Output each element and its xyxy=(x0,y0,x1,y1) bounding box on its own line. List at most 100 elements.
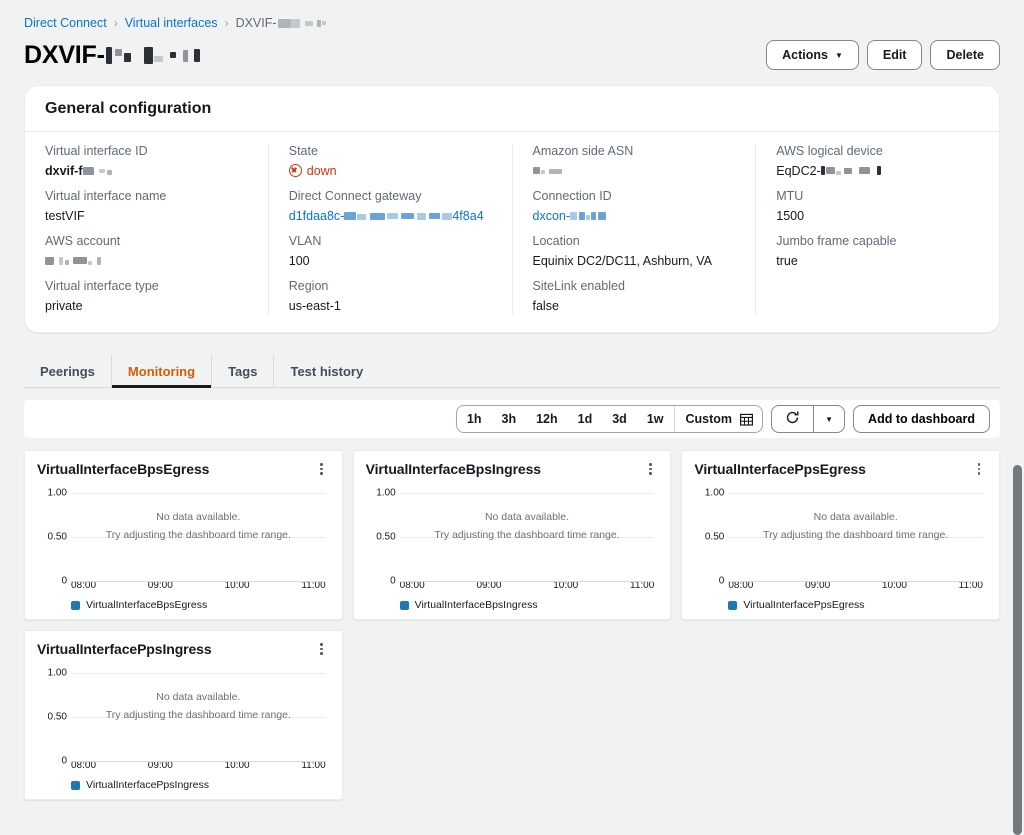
general-configuration-body: Virtual interface ID dxvif-f Virtual int… xyxy=(25,132,999,332)
page-header: DXVIF- Actions ▼ Edit Delete xyxy=(0,30,1024,70)
redacted-block xyxy=(144,47,153,64)
legend-label: VirtualInterfaceBpsEgress xyxy=(86,599,207,611)
page-title-text: DXVIF- xyxy=(24,41,105,70)
edit-button[interactable]: Edit xyxy=(867,40,923,70)
breadcrumb-item-current: DXVIF- xyxy=(236,16,326,30)
redacted-block xyxy=(107,170,112,175)
x-axis-line xyxy=(728,581,983,582)
y-axis-tick: 1.00 xyxy=(366,488,396,499)
field-label: Amazon side ASN xyxy=(533,144,736,162)
time-range-1h[interactable]: 1h xyxy=(457,406,492,432)
time-range-3d[interactable]: 3d xyxy=(602,406,637,432)
redacted-block xyxy=(598,212,606,220)
y-axis-tick: 0 xyxy=(366,576,396,587)
time-range-12h[interactable]: 12h xyxy=(526,406,568,432)
chart-legend[interactable]: VirtualInterfacePpsEgress xyxy=(728,599,987,611)
chart-empty-hint: Try adjusting the dashboard time range. xyxy=(71,529,326,541)
monitoring-toolbar: 1h 3h 12h 1d 3d 1w Custom xyxy=(24,400,1000,438)
redacted-block xyxy=(826,167,835,174)
field-sitelink-enabled: SiteLink enabled false xyxy=(533,279,736,314)
chart-title: VirtualInterfacePpsIngress xyxy=(37,641,212,657)
y-axis-tick: 0.50 xyxy=(366,532,396,543)
field-label: Jumbo frame capable xyxy=(776,234,979,252)
field-label: Virtual interface ID xyxy=(45,144,248,162)
kebab-menu-icon[interactable] xyxy=(314,641,330,657)
redacted-block xyxy=(97,257,101,265)
link-suffix: 4f8a4 xyxy=(452,209,483,223)
redacted-block xyxy=(877,166,881,175)
field-value: private xyxy=(45,297,248,314)
refresh-icon xyxy=(785,410,800,428)
actions-button[interactable]: Actions ▼ xyxy=(766,40,859,70)
page-title: DXVIF- xyxy=(24,41,200,70)
legend-color-swatch xyxy=(71,601,80,610)
redacted-block xyxy=(278,19,291,28)
tab-peerings[interactable]: Peerings xyxy=(24,355,112,387)
tab-test-history[interactable]: Test history xyxy=(274,355,379,387)
chart-plot-area: 1.00 0.50 0 No data available. Try adjus… xyxy=(694,485,987,577)
redacted-block xyxy=(194,49,200,62)
chart-legend[interactable]: VirtualInterfaceBpsIngress xyxy=(400,599,659,611)
time-range-custom-label: Custom xyxy=(686,412,733,426)
time-range-3h[interactable]: 3h xyxy=(492,406,527,432)
delete-button[interactable]: Delete xyxy=(930,40,1000,70)
calendar-icon xyxy=(740,413,753,426)
redacted-block xyxy=(83,167,94,175)
field-jumbo-frame-capable: Jumbo frame capable true xyxy=(776,234,979,269)
y-axis-tick: 0.50 xyxy=(37,532,67,543)
tab-tags[interactable]: Tags xyxy=(212,355,274,387)
chart-empty-hint: Try adjusting the dashboard time range. xyxy=(400,529,655,541)
field-label: Direct Connect gateway xyxy=(289,189,492,207)
legend-label: VirtualInterfacePpsEgress xyxy=(743,599,864,611)
breadcrumb-item-virtual-interfaces[interactable]: Virtual interfaces xyxy=(125,16,218,30)
redacted-block xyxy=(106,47,112,64)
gridline xyxy=(400,493,655,494)
connection-id-link[interactable]: dxcon- xyxy=(533,209,607,223)
time-range-1w[interactable]: 1w xyxy=(637,406,674,432)
field-label: Connection ID xyxy=(533,189,736,207)
field-value: down xyxy=(289,162,492,179)
field-label: MTU xyxy=(776,189,979,207)
y-axis-tick: 0 xyxy=(694,576,724,587)
tab-monitoring[interactable]: Monitoring xyxy=(112,355,212,387)
redacted-block xyxy=(183,50,188,62)
direct-connect-gateway-link[interactable]: d1fdaa8c-4f8a4 xyxy=(289,209,484,223)
chart-title: VirtualInterfacePpsEgress xyxy=(694,461,866,477)
breadcrumb-item-direct-connect[interactable]: Direct Connect xyxy=(24,16,107,30)
vertical-scrollbar[interactable] xyxy=(1010,0,1024,835)
redacted-block xyxy=(586,215,590,220)
add-to-dashboard-button[interactable]: Add to dashboard xyxy=(853,405,990,433)
redacted-block xyxy=(370,213,385,220)
metric-card-virtualinterfaceppsingress: VirtualInterfacePpsIngress 1.00 0.50 0 N… xyxy=(24,630,343,800)
scrollbar-thumb[interactable] xyxy=(1013,465,1022,835)
chart-legend[interactable]: VirtualInterfacePpsIngress xyxy=(71,779,330,791)
refresh-interval-dropdown-button[interactable]: ▼ xyxy=(813,405,845,433)
redacted-block xyxy=(570,212,577,220)
legend-label: VirtualInterfacePpsIngress xyxy=(86,779,209,791)
tab-bar: Peerings Monitoring Tags Test history xyxy=(24,355,1000,388)
time-range-1d[interactable]: 1d xyxy=(568,406,603,432)
redacted-block xyxy=(836,171,841,175)
y-axis-tick: 0 xyxy=(37,576,67,587)
y-axis-tick: 0.50 xyxy=(37,712,67,723)
page-action-buttons: Actions ▼ Edit Delete xyxy=(766,40,1000,70)
redacted-block xyxy=(99,169,105,173)
legend-label: VirtualInterfaceBpsIngress xyxy=(415,599,538,611)
gridline xyxy=(71,673,326,674)
chart-empty-hint: Try adjusting the dashboard time range. xyxy=(71,709,326,721)
y-axis-tick: 0.50 xyxy=(694,532,724,543)
chart-title: VirtualInterfaceBpsEgress xyxy=(37,461,209,477)
card-header: VirtualInterfaceBpsIngress xyxy=(366,461,659,477)
field-label: Region xyxy=(289,279,492,297)
config-column: Virtual interface ID dxvif-f Virtual int… xyxy=(25,144,269,314)
kebab-menu-icon[interactable] xyxy=(971,461,987,477)
kebab-menu-icon[interactable] xyxy=(314,461,330,477)
refresh-button[interactable] xyxy=(771,405,813,433)
x-axis-line xyxy=(71,581,326,582)
field-location: Location Equinix DC2/DC11, Ashburn, VA xyxy=(533,234,736,269)
kebab-menu-icon[interactable] xyxy=(642,461,658,477)
redacted-block xyxy=(821,166,825,175)
chart-legend[interactable]: VirtualInterfaceBpsEgress xyxy=(71,599,330,611)
time-range-custom[interactable]: Custom xyxy=(674,406,763,432)
field-value: 100 xyxy=(289,252,492,269)
